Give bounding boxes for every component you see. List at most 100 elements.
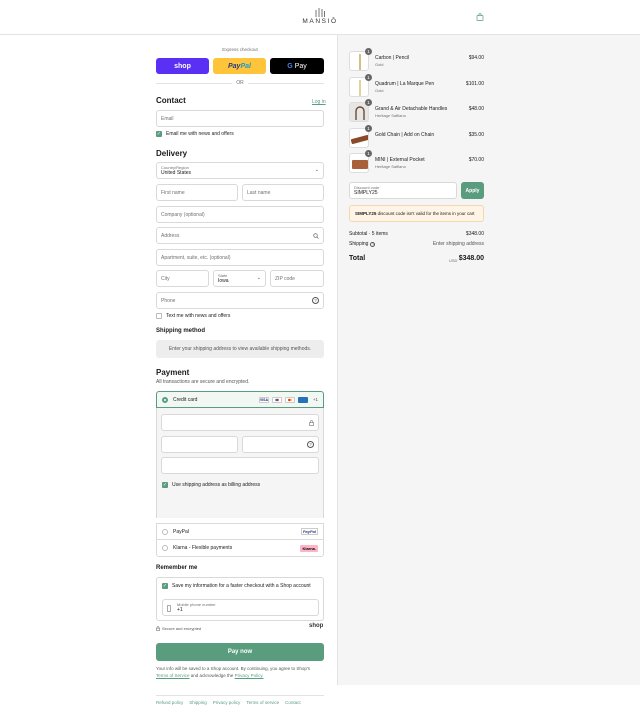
billing-same-checkbox[interactable]: ✓ Use shipping address as billing addres… <box>162 482 260 488</box>
text-news-checkbox[interactable]: Text me with news and offers <box>156 313 230 319</box>
cart-item: 1 Quadrum | La Marque Pen Gold $101.00 <box>349 74 484 97</box>
paypal-badge: PayPal <box>300 528 318 535</box>
warning-code: SIMPLY25 <box>355 211 377 216</box>
brand-name: MANSIŌ <box>302 18 338 25</box>
paypal-button[interactable]: Pay Pal <box>213 58 266 74</box>
email-field[interactable]: Email <box>156 110 324 127</box>
item-variant: Heritage Saffiano <box>375 164 406 169</box>
country-select[interactable]: Country/Region United States ⌄ <box>156 162 324 179</box>
security-code-field[interactable]: ? <box>242 436 319 453</box>
login-link[interactable]: Log in <box>312 99 326 105</box>
country-value: United States <box>161 170 192 176</box>
help-icon[interactable]: ? <box>370 241 376 247</box>
chevron-down-icon: ⌄ <box>256 275 261 281</box>
first-name-field[interactable]: First name <box>156 184 238 201</box>
contact-heading: Contact <box>156 96 186 105</box>
expiry-field[interactable] <box>161 436 238 453</box>
cart-item: 1 Carbon | Pencil Gold $94.00 <box>349 48 484 71</box>
zip-placeholder: ZIP code <box>275 275 295 282</box>
company-field[interactable]: Company (optional) <box>156 206 324 223</box>
mobile-phone-value: +1 <box>177 607 183 613</box>
shop-pay-button[interactable]: shop <box>156 58 209 74</box>
cart-item: 1 Gold Chain | Add on Chain $35.00 <box>349 125 484 148</box>
card-number-field[interactable] <box>161 414 319 431</box>
credit-card-option[interactable]: Credit card VISA +1 <box>156 391 324 408</box>
chevron-down-icon: ⌄ <box>314 167 319 173</box>
cart-item: 1 MINI | External Pocket Heritage Saffia… <box>349 150 484 173</box>
zip-field[interactable]: ZIP code <box>270 270 324 287</box>
city-field[interactable]: City <box>156 270 209 287</box>
item-name: Grand & Air Detachable Handles <box>375 106 448 112</box>
privacy-policy-link[interactable]: Privacy policy <box>213 700 241 705</box>
last-name-field[interactable]: Last name <box>242 184 324 201</box>
shopping-bag-icon[interactable] <box>476 13 484 21</box>
item-price: $35.00 <box>468 132 484 138</box>
shipping-link[interactable]: Shipping <box>189 700 207 705</box>
total-value: $348.00 <box>458 255 484 262</box>
checkbox-checked-icon: ✓ <box>162 481 168 488</box>
apply-button[interactable]: Apply <box>461 182 484 199</box>
amex-icon <box>297 396 308 403</box>
brand-logo[interactable]: MANSIŌ <box>0 7 640 25</box>
divider-line-right <box>248 83 324 84</box>
item-price: $101.00 <box>465 81 484 87</box>
phone-placeholder: Phone <box>161 297 176 304</box>
contact-link[interactable]: Contact <box>285 700 301 705</box>
discount-code-field[interactable]: Discount code SIMPLY25 <box>349 182 457 199</box>
cart-item: 1 Grand & Air Detachable Handles Heritag… <box>349 99 484 122</box>
paypal-option[interactable]: PayPal PayPal <box>156 523 324 540</box>
google-pay-label: Pay <box>294 62 307 70</box>
item-name: MINI | External Pocket <box>375 157 425 163</box>
item-name: Gold Chain | Add on Chain <box>375 132 435 138</box>
apartment-field[interactable]: Apartment, suite, etc. (optional) <box>156 249 324 266</box>
radio-selected-icon <box>162 396 168 403</box>
address-field[interactable]: Address <box>156 227 324 244</box>
footer-links: Refund policy Shipping Privacy policy Te… <box>156 700 301 705</box>
google-pay-button[interactable]: G Pay <box>270 58 324 74</box>
shop-legal-text: Your info will be saved to a Shop accoun… <box>156 665 324 679</box>
email-news-label: Email me with news and offers <box>166 131 234 137</box>
address-placeholder: Address <box>161 232 180 239</box>
shop-logo: shop <box>309 623 324 629</box>
express-checkout-label: Express checkout <box>222 47 258 52</box>
warning-text: discount code isn't valid for the items … <box>377 211 475 216</box>
item-name: Carbon | Pencil <box>375 55 410 61</box>
pay-now-button[interactable]: Pay now <box>156 643 324 661</box>
help-icon[interactable]: ? <box>307 441 314 448</box>
last-name-placeholder: Last name <box>247 189 271 196</box>
mobile-phone-field[interactable]: Mobile phone number +1 <box>162 599 319 616</box>
privacy-link[interactable]: Privacy Policy. <box>235 673 264 678</box>
terms-link[interactable]: Terms of Service <box>156 673 190 678</box>
apply-label: Apply <box>465 187 480 194</box>
paypal-logo-pal: Pal <box>240 62 251 70</box>
mobile-phone-icon <box>167 605 171 612</box>
city-placeholder: City <box>161 275 170 282</box>
terms-of-service-link[interactable]: Terms of service <box>246 700 279 705</box>
search-icon <box>313 233 319 239</box>
save-info-checkbox[interactable]: ✓ Save my information for a faster check… <box>162 583 311 589</box>
help-icon[interactable]: ? <box>312 297 319 304</box>
item-price: $70.00 <box>468 157 484 163</box>
mastercard-icon <box>284 396 295 403</box>
name-on-card-field[interactable] <box>161 457 319 474</box>
checkout-form: Express checkout shop Pay Pal G Pay OR Con… <box>0 35 337 705</box>
state-select[interactable]: State Iowa ⌄ <box>213 270 266 287</box>
klarna-option-label: Klarna - Flexible payments <box>173 545 233 551</box>
pocket-shape <box>352 160 368 169</box>
paypal-logo-pay: Pay <box>228 62 241 70</box>
item-variant: Heritage Saffiano <box>375 113 406 118</box>
lock-icon <box>309 420 314 426</box>
header: MANSIŌ <box>0 0 640 35</box>
klarna-option[interactable]: Klarna - Flexible payments Klarna. <box>156 540 324 557</box>
klarna-badge: Klarna. <box>300 544 318 552</box>
shipping-row: Shipping ? <box>349 241 376 247</box>
remember-heading: Remember me <box>156 565 198 571</box>
phone-field[interactable]: Phone ? <box>156 292 324 309</box>
paypal-option-label: PayPal <box>173 528 189 535</box>
logo-mark-icon <box>315 8 325 17</box>
refund-policy-link[interactable]: Refund policy <box>156 700 183 705</box>
item-price: $94.00 <box>468 55 484 61</box>
total-label: Total <box>349 255 366 262</box>
item-variant: Gold <box>375 62 384 67</box>
email-news-checkbox[interactable]: ✓ Email me with news and offers <box>156 131 234 137</box>
